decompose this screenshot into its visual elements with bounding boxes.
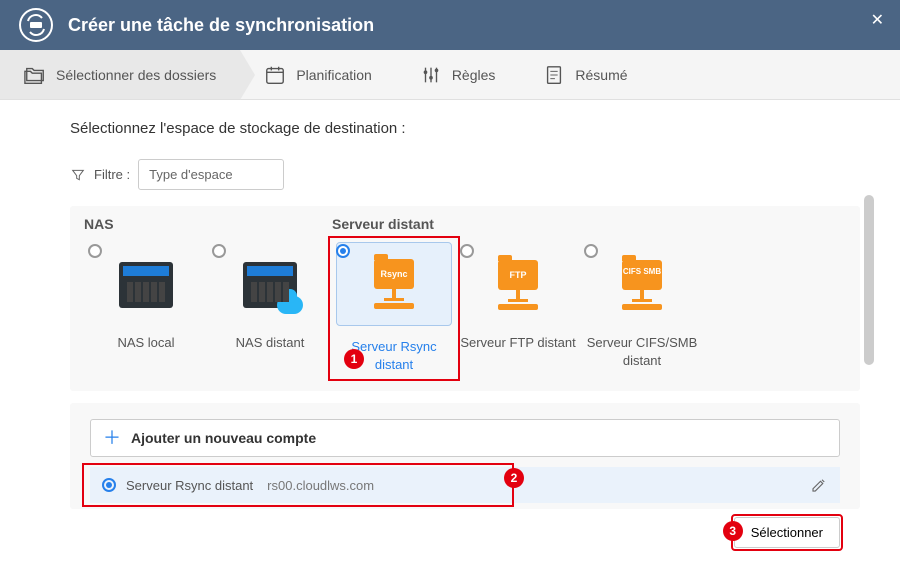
badge-1: 1: [344, 349, 364, 369]
dest-nas-remote[interactable]: NAS distant: [208, 242, 332, 373]
dest-radio-nas-local[interactable]: [88, 244, 102, 258]
dest-label: NAS local: [117, 334, 174, 352]
add-account-button[interactable]: ＋ Ajouter un nouveau compte: [90, 419, 840, 457]
dest-radio-rsync[interactable]: [336, 244, 350, 258]
step-label: Résumé: [575, 67, 627, 83]
badge-2: 2: [504, 468, 524, 488]
wizard-steps: Sélectionner des dossiers Planification …: [0, 50, 900, 100]
filter-row: Filtre : Type d'espace: [70, 159, 860, 190]
badge-3: 3: [723, 521, 743, 541]
accounts-panel: ＋ Ajouter un nouveau compte 2 Serveur Rs…: [70, 403, 860, 509]
account-type: Serveur Rsync distant: [126, 478, 253, 493]
dest-radio-ftp[interactable]: [460, 244, 474, 258]
nas-local-icon: [106, 250, 186, 320]
cifs-icon: CIFS SMB: [602, 250, 682, 320]
group-nas: NAS: [84, 216, 332, 232]
select-button-label: Sélectionner: [751, 525, 823, 540]
step-rules[interactable]: Règles: [396, 50, 520, 99]
dest-nas-local[interactable]: NAS local: [84, 242, 208, 373]
account-radio[interactable]: [102, 478, 116, 492]
dialog-header: Créer une tâche de synchronisation ✕: [0, 0, 900, 50]
destination-section: NAS Serveur distant NAS local NAS distan…: [70, 206, 860, 391]
sync-icon: [16, 5, 56, 45]
account-host: rs00.cloudlws.com: [267, 478, 374, 493]
scrollbar[interactable]: [864, 195, 874, 365]
step-label: Règles: [452, 67, 496, 83]
dialog-title: Créer une tâche de synchronisation: [68, 15, 374, 36]
group-remote: Serveur distant: [332, 216, 434, 232]
step-summary[interactable]: Résumé: [519, 50, 651, 99]
calendar-icon: [264, 64, 286, 86]
rsync-icon: Rsync: [336, 242, 452, 326]
filter-label: Filtre :: [94, 167, 130, 182]
dest-label: NAS distant: [236, 334, 305, 352]
close-icon[interactable]: ✕: [871, 10, 884, 30]
add-account-label: Ajouter un nouveau compte: [131, 430, 316, 446]
ftp-icon: FTP: [478, 250, 558, 320]
edit-icon[interactable]: [810, 476, 828, 494]
page-subtitle: Sélectionnez l'espace de stockage de des…: [70, 120, 860, 137]
filter-select[interactable]: Type d'espace: [138, 159, 283, 190]
dest-label: Serveur FTP distant: [460, 334, 575, 352]
folders-icon: [24, 64, 46, 86]
document-icon: [543, 64, 565, 86]
step-label: Sélectionner des dossiers: [56, 67, 216, 83]
step-label: Planification: [296, 67, 372, 83]
dest-radio-cifs[interactable]: [584, 244, 598, 258]
select-button[interactable]: 3 Sélectionner: [734, 517, 840, 548]
plus-icon: ＋: [103, 429, 121, 447]
filter-icon: [70, 167, 86, 183]
dest-radio-nas-remote[interactable]: [212, 244, 226, 258]
main-content: Sélectionnez l'espace de stockage de des…: [0, 100, 900, 509]
step-schedule[interactable]: Planification: [240, 50, 396, 99]
nas-remote-icon: [230, 250, 310, 320]
account-row[interactable]: 2 Serveur Rsync distant rs00.cloudlws.co…: [90, 467, 840, 503]
dest-ftp[interactable]: FTP Serveur FTP distant: [456, 242, 580, 373]
dest-rsync[interactable]: Rsync Serveur Rsync distant 1: [332, 242, 456, 373]
sliders-icon: [420, 64, 442, 86]
step-folders[interactable]: Sélectionner des dossiers: [0, 50, 240, 99]
dest-cifs[interactable]: CIFS SMB Serveur CIFS/SMB distant: [580, 242, 704, 373]
dest-label: Serveur CIFS/SMB distant: [580, 334, 704, 369]
